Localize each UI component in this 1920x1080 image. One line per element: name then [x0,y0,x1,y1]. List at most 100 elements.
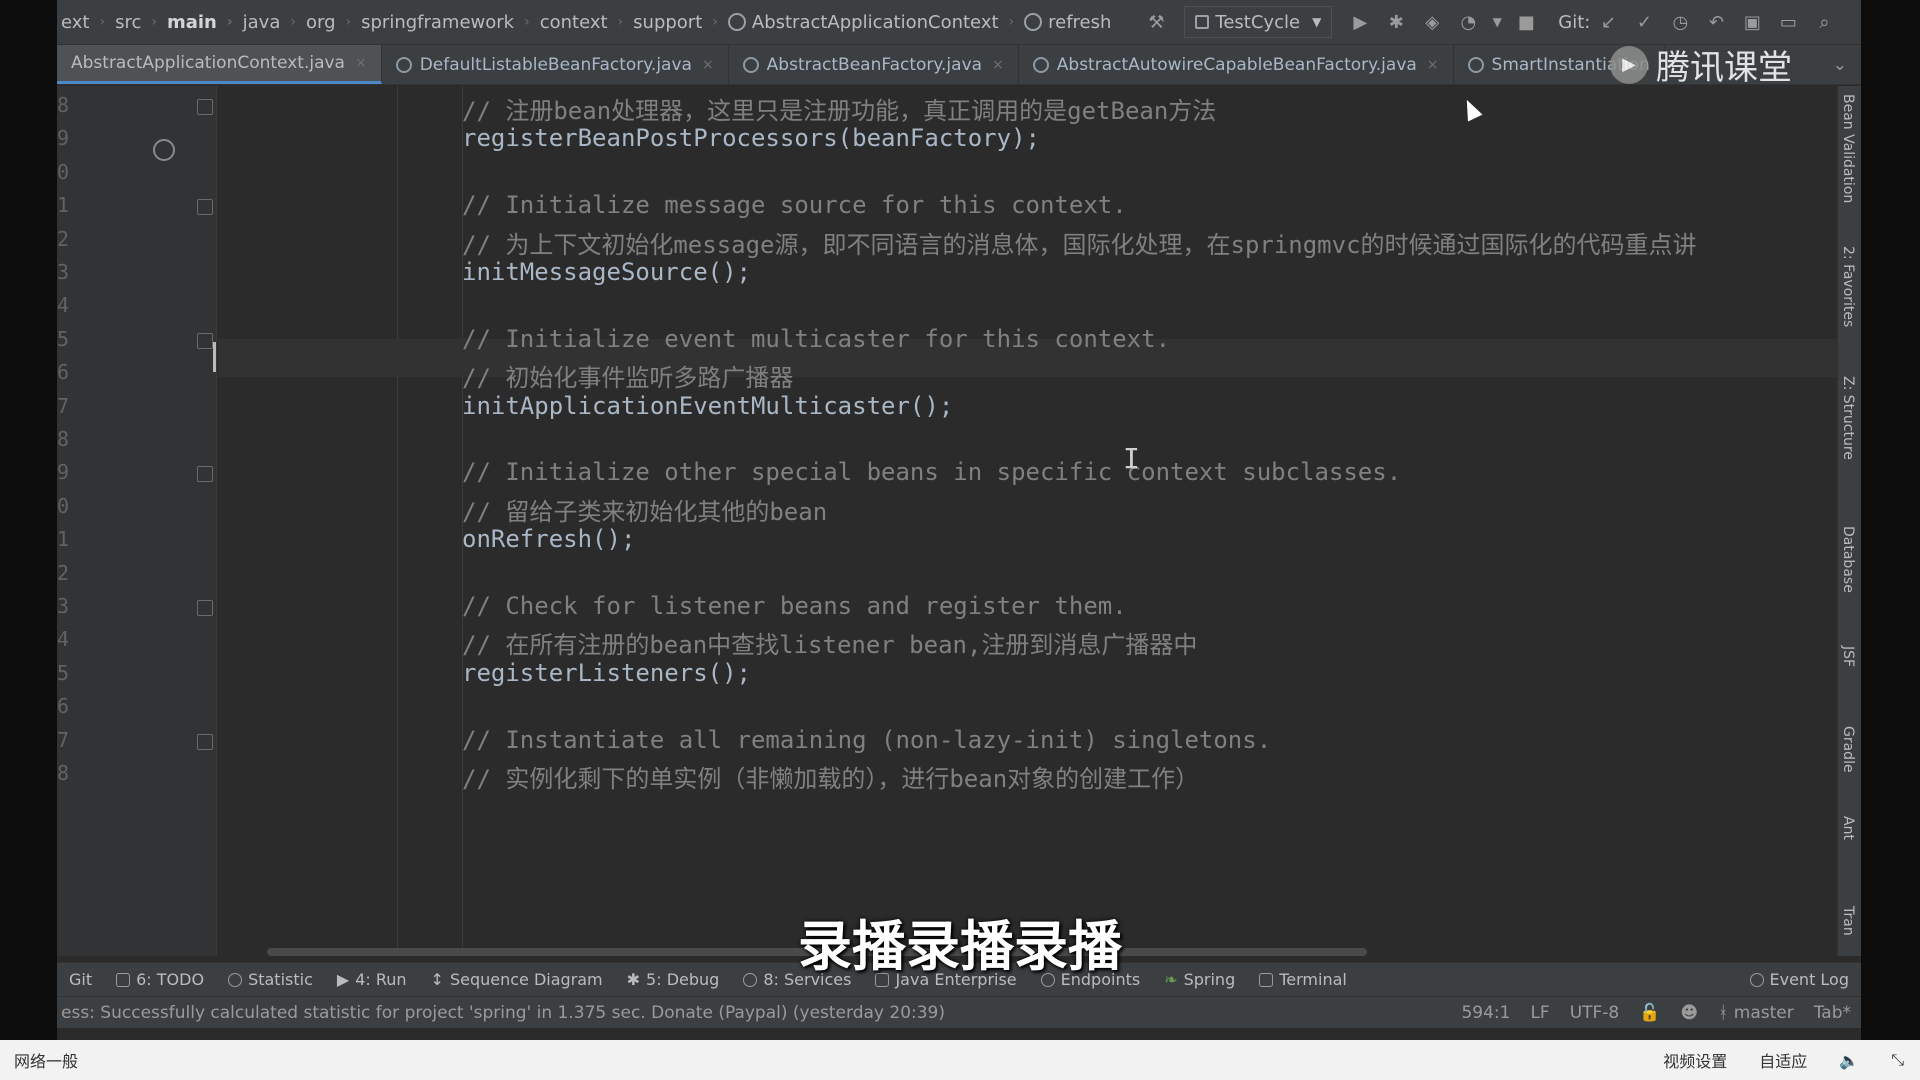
line-number[interactable]: 6 [57,694,85,718]
chevron-down-icon[interactable]: ▼ [1489,7,1505,37]
code-comment-line[interactable]: // 注册bean处理器，这里只是注册功能，真正调用的是getBean方法 [462,91,1216,126]
code-comment-line[interactable]: // 在所有注册的bean中查找listener bean,注册到消息广播器中 [462,625,1197,660]
exit-fullscreen-icon[interactable]: ⤡ [1875,1050,1920,1070]
line-number[interactable]: 1 [57,527,85,551]
line-number[interactable]: 9 [57,460,85,484]
code-comment-line[interactable]: // Check for listener beans and register… [462,592,1127,620]
git-branch[interactable]: ᚼ master [1708,1003,1804,1023]
window-icon[interactable]: ▭ [1773,7,1803,37]
fold-marker-icon[interactable] [197,600,213,616]
tool-ant[interactable]: Ant [1840,816,1856,840]
code-comment-line[interactable]: // 为上下文初始化message源，即不同语言的消息体，国际化处理，在spri… [462,225,1697,260]
coverage-icon[interactable]: ◈ [1417,7,1447,37]
tab-default-listable-bean-factory[interactable]: DefaultListableBeanFactory.java × [382,45,729,84]
breadcrumb-item[interactable]: springframework › [357,12,536,33]
tool-favorites[interactable]: 2: Favorites [1840,246,1856,327]
code-comment-line[interactable]: // 实例化剩下的单实例（非懒加载的），进行bean对象的创建工作） [462,759,1199,794]
line-number[interactable]: 2 [57,561,85,585]
tab-abstract-application-context[interactable]: AbstractApplicationContext.java × [57,45,382,84]
breadcrumb-item[interactable]: main › [163,12,239,33]
line-number[interactable]: 7 [57,394,85,418]
line-number[interactable]: 4 [57,293,85,317]
lock-icon[interactable]: 🔓 [1629,1003,1670,1023]
status-message[interactable]: ess: Successfully calculated statistic f… [57,1003,1451,1023]
stop-icon[interactable]: ■ [1511,7,1541,37]
code-line[interactable]: registerBeanPostProcessors(beanFactory); [462,124,1040,152]
close-icon[interactable]: × [1427,57,1439,73]
breadcrumb-item[interactable]: support › [629,12,724,33]
tool-structure[interactable]: Z: Structure [1840,376,1856,460]
code-comment-line[interactable]: // 留给子类来初始化其他的bean [462,492,827,527]
code-comment-line[interactable]: // Initialize event multicaster for this… [462,325,1170,353]
build-hammer-icon[interactable]: ⚒ [1141,7,1171,37]
video-settings-button[interactable]: 视频设置 [1647,1048,1743,1072]
git-history-icon[interactable]: ◷ [1665,7,1695,37]
config-icon [1195,15,1210,29]
line-number[interactable]: 8 [57,427,85,451]
code-comment-line[interactable]: // Instantiate all remaining (non-lazy-i… [462,726,1271,754]
line-number[interactable]: 5 [57,661,85,685]
tool-jsf[interactable]: JSF [1840,646,1856,667]
line-separator[interactable]: LF [1520,1003,1559,1023]
line-number[interactable]: 3 [57,260,85,284]
breadcrumb-item[interactable]: java › [239,12,302,33]
git-commit-icon[interactable]: ✓ [1629,7,1659,37]
code-line[interactable]: registerListeners(); [462,659,751,687]
file-encoding[interactable]: UTF-8 [1560,1003,1630,1023]
code-line[interactable]: initMessageSource(); [462,258,751,286]
breadcrumb-item[interactable]: src › [111,12,163,33]
line-number[interactable]: 9 [57,126,85,150]
fold-marker-icon[interactable] [197,733,213,750]
line-number[interactable]: 2 [57,227,85,251]
search-icon[interactable]: ⌕ [1809,7,1839,37]
tabs-dropdown-icon[interactable]: ⌄ [1819,45,1861,84]
inspector-icon[interactable]: ☻ [1670,1003,1708,1023]
line-number[interactable]: 8 [57,93,85,117]
indent-setting[interactable]: Tab* [1804,1003,1861,1023]
run-icon[interactable]: ▶ [1345,7,1375,37]
tool-bean-validation[interactable]: Bean Validation [1840,94,1856,203]
breadcrumb-item[interactable]: refresh [1020,12,1117,33]
close-icon[interactable]: × [702,57,714,73]
git-update-icon[interactable]: ↙ [1593,7,1623,37]
profile-icon[interactable]: ◔ [1453,7,1483,37]
line-number[interactable]: 1 [57,193,85,217]
tab-abstract-autowire-capable-bean-factory[interactable]: AbstractAutowireCapableBeanFactory.java × [1019,45,1454,84]
breadcrumb-item[interactable]: ext › [57,12,111,33]
code-comment-line[interactable]: // 初始化事件监听多路广播器 [462,358,793,393]
tool-gradle[interactable]: Gradle [1840,726,1856,773]
line-number[interactable]: 0 [57,494,85,518]
close-icon[interactable]: × [992,57,1004,73]
adaptive-quality-button[interactable]: 自适应 [1743,1048,1823,1072]
volume-icon[interactable]: 🔈 [1823,1051,1875,1070]
code-editor[interactable]: 8 9 0 1 2 3 4 5 6 7 8 9 0 1 2 3 4 5 6 7 8 // 注册bean处理器，这里只是注… [57,86,1837,956]
line-gutter[interactable]: 8 9 0 1 2 3 4 5 6 7 8 9 0 1 2 3 4 5 6 7 8 [57,86,217,956]
fold-marker-icon[interactable] [197,466,213,483]
project-structure-icon[interactable]: ▣ [1737,7,1767,37]
tool-database[interactable]: Database [1840,526,1856,593]
code-comment-line[interactable]: // Initialize message source for this co… [462,191,1127,219]
git-rollback-icon[interactable]: ↶ [1701,7,1731,37]
fold-marker-icon[interactable] [197,99,213,115]
caret-position[interactable]: 594:1 [1451,1003,1520,1023]
line-number[interactable]: 0 [57,160,85,184]
code-line[interactable]: initApplicationEventMulticaster(); [462,392,953,420]
line-number[interactable]: 5 [57,327,85,351]
line-number[interactable]: 7 [57,728,85,752]
line-number[interactable]: 4 [57,627,85,651]
fold-marker-icon[interactable] [197,199,213,216]
line-number[interactable]: 8 [57,761,85,785]
breadcrumb-item[interactable]: context › [536,12,629,33]
tab-abstract-bean-factory[interactable]: AbstractBeanFactory.java × [729,45,1019,84]
line-number[interactable]: 6 [57,360,85,384]
breakpoint-icon[interactable] [153,139,175,161]
breadcrumb-item[interactable]: org › [302,12,357,33]
code-comment-line[interactable]: // Initialize other special beans in spe… [462,458,1401,486]
debug-icon[interactable]: ✱ [1381,7,1411,37]
close-icon[interactable]: × [355,55,367,71]
run-configuration-select[interactable]: TestCycle ▼ [1184,6,1333,38]
fold-marker-icon[interactable] [197,332,213,349]
line-number[interactable]: 3 [57,594,85,618]
breadcrumb-item[interactable]: AbstractApplicationContext › [724,12,1020,33]
code-line[interactable]: onRefresh(); [462,525,635,553]
